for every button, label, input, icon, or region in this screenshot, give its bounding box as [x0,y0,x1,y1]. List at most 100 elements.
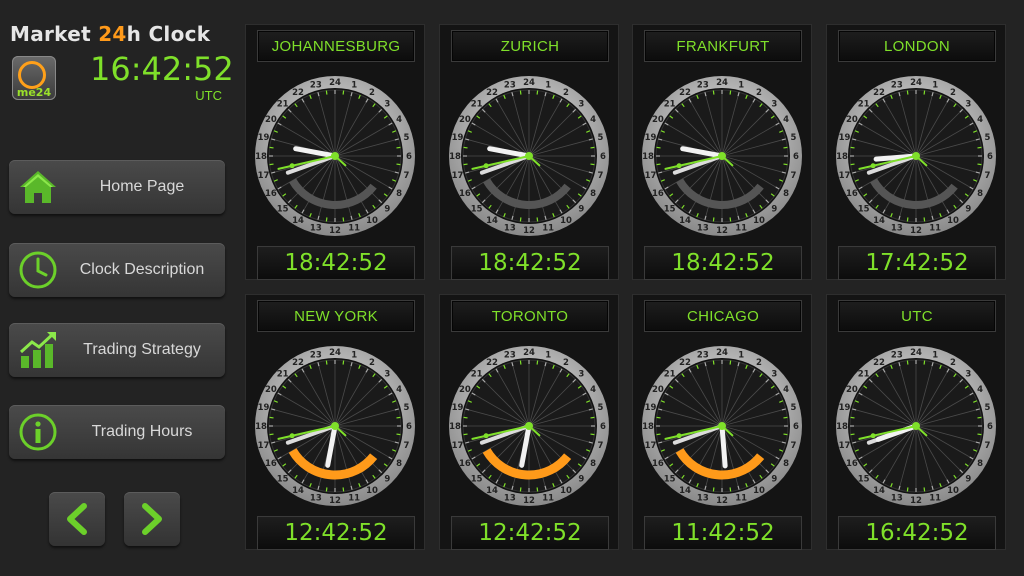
dial-number: 19 [258,403,270,413]
dial-number: 19 [452,133,464,143]
dial-number: 14 [679,216,691,226]
dial-number: 21 [664,370,676,380]
dial-number: 11 [929,493,941,503]
minute-hand-dot [483,163,489,169]
dial-number: 21 [277,370,289,380]
clock-hub [331,152,339,160]
dial-number: 9 [965,474,971,484]
clock-panel[interactable]: NEW YORK 24 1 2 3 4 5 6 7 8 9 10 11 12 13 14 15 16 17 18 19 2… [245,294,425,550]
nav-label: Home Page [99,178,185,195]
dial-number: 5 [404,133,410,143]
dial-number: 4 [396,115,402,125]
dial-number: 2 [563,88,569,98]
dial-number: 24 [329,348,341,358]
dial-number: 15 [277,474,289,484]
dial-number: 19 [258,133,270,143]
dial-number: 18 [836,152,848,162]
dial-number: 20 [459,385,471,395]
dial-number: 13 [310,493,322,503]
dial-number: 10 [560,216,572,226]
clock-panel[interactable]: FRANKFURT 24 1 2 3 4 5 6 7 8 9 10 11 12 13 14 15 16 17 18 19… [632,24,812,280]
clock-panel[interactable]: ZURICH 24 1 2 3 4 5 6 7 8 9 10 11 12 13 14 15 16 17 18 19 20 2… [439,24,619,280]
trading-strategy-button[interactable]: Trading Strategy [9,323,225,377]
dial-number: 6 [600,422,606,432]
dial-number: 3 [771,100,777,110]
dial-number: 5 [791,403,797,413]
dial-number: 23 [891,351,903,361]
analog-clock-dial: 24 1234567891011121314151617181920212223 [642,76,802,236]
clock-description-button[interactable]: Clock Description [9,243,225,297]
dial-number: 12 [910,226,922,236]
clock-panel[interactable]: JOHANNESBURG 24 1 2 3 4 5 6 7 8 9 10 11 12 13 14 15 16 17 1… [245,24,425,280]
city-label: NEW YORK [257,300,415,332]
dial-number: 14 [486,486,498,496]
dial-number: 18 [255,422,267,432]
minute-hand-dot [289,433,295,439]
clock-hub [525,152,533,160]
analog-clock-dial: 24 1234567891011121314151617181920212223 [836,346,996,506]
dial-number: 6 [987,152,993,162]
dial-number: 23 [891,81,903,91]
analog-clock-dial: 24 1234567891011121314151617181920212223 [449,76,609,236]
dial-number: 13 [504,493,516,503]
dial-number: 17 [258,171,270,181]
digital-time: 16:42:52 [838,516,996,550]
clock-panel[interactable]: TORONTO 24 1 2 3 4 5 6 7 8 9 10 11 12 13 14 15 16 17 18 19 20… [439,294,619,550]
logo-text: me24 [16,86,52,99]
clock-panel[interactable]: LONDON 24 1 2 3 4 5 6 7 8 9 10 11 12 13 14 15 16 17 18 19 20 2… [826,24,1006,280]
dial-number: 20 [652,115,664,125]
dial-number: 1 [351,351,357,361]
dial-number: 21 [858,370,870,380]
clock-hub [718,422,726,430]
dial-number: 19 [645,403,657,413]
dial-number: 20 [652,385,664,395]
dial-number: 14 [486,216,498,226]
chevron-left-icon [67,503,87,535]
analog-clock-dial: 24 1234567891011121314151617181920212223 [642,346,802,506]
dial-number: 19 [839,133,851,143]
dial-number: 16 [846,189,858,199]
prev-page-button[interactable] [49,492,105,546]
dial-number: 10 [366,486,378,496]
dial-number: 24 [716,78,728,88]
nav-label: Trading Strategy [83,341,201,358]
title-part: h Clock [126,22,211,46]
dial-number: 5 [598,403,604,413]
app-logo[interactable]: me24 [12,56,56,100]
dial-number: 16 [459,189,471,199]
dial-number: 17 [452,441,464,451]
dial-number: 7 [598,441,604,451]
dial-number: 3 [384,100,390,110]
dial-number: 21 [664,100,676,110]
next-page-button[interactable] [124,492,180,546]
title-part: Market [10,22,99,46]
dial-number: 17 [452,171,464,181]
app-title: Market 24h Clock [10,22,210,46]
dial-number: 18 [255,152,267,162]
dial-number: 18 [642,422,654,432]
dial-number: 13 [891,493,903,503]
dial-number: 15 [858,204,870,214]
dial-number: 6 [793,152,799,162]
clock-panel[interactable]: UTC 24 1 2 3 4 5 6 7 8 9 10 11 12 13 14 15 16 17 18 19 20 21 22… [826,294,1006,550]
dial-number: 9 [771,474,777,484]
dial-number: 2 [369,88,375,98]
dial-number: 21 [277,100,289,110]
dial-number: 22 [873,88,885,98]
analog-clock-dial: 24 1234567891011121314151617181920212223 [449,346,609,506]
dial-number: 5 [985,403,991,413]
dial-number: 20 [846,115,858,125]
dial-number: 3 [578,100,584,110]
dial-number: 7 [985,441,991,451]
home-page-button[interactable]: Home Page [9,160,225,214]
city-label: LONDON [838,30,996,62]
dial-number: 4 [977,115,983,125]
dial-number: 2 [563,358,569,368]
dial-number: 6 [600,152,606,162]
dial-number: 3 [384,370,390,380]
dial-number: 5 [985,133,991,143]
trading-hours-button[interactable]: Trading Hours [9,405,225,459]
dial-number: 23 [697,351,709,361]
clock-panel[interactable]: CHICAGO 24 1 2 3 4 5 6 7 8 9 10 11 12 13 14 15 16 17 18 19 20… [632,294,812,550]
dial-number: 7 [985,171,991,181]
